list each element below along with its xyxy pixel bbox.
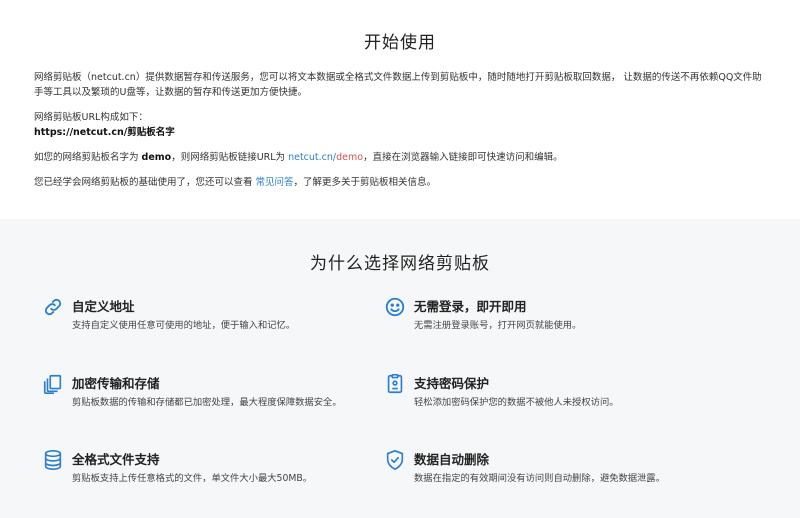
shield-check-icon — [384, 449, 406, 471]
faq-suffix: ，了解更多关于剪贴板相关信息。 — [293, 177, 437, 188]
feature-desc: 剪贴板数据的传输和存储都已加密处理，最大程度保障数据安全。 — [72, 397, 342, 408]
faq-prefix: 您已经学会网络剪贴板的基础使用了，您还可以查看 — [34, 177, 256, 188]
smile-icon — [384, 296, 406, 318]
url-pattern: https://netcut.cn/剪贴板名字 — [34, 127, 175, 138]
demo-link[interactable]: netcut.cn/demo — [288, 152, 363, 163]
example-prefix: 如您的网络剪贴板名字为 — [34, 152, 142, 163]
faq-line: 您已经学会网络剪贴板的基础使用了，您还可以查看 常见问答，了解更多关于剪贴板相关… — [34, 175, 766, 190]
intro-title: 开始使用 — [364, 33, 436, 53]
example-suffix: ，直接在浏览器输入链接即可快速访问和编辑。 — [363, 152, 563, 163]
feature-title: 无需登录，即开即用 — [414, 299, 527, 314]
feature-title: 自定义地址 — [72, 299, 135, 314]
feature-desc: 无需注册登录账号，打开网页就能使用。 — [414, 320, 582, 331]
example-line: 如您的网络剪贴板名字为 demo，则网络剪贴板链接URL为 netcut.cn/… — [34, 150, 766, 165]
demo-link-host: netcut.cn/ — [288, 152, 337, 163]
url-structure: 网络剪贴板URL构成如下： https://netcut.cn/剪贴板名字 — [34, 110, 766, 140]
demo-link-path: demo — [336, 152, 364, 163]
feature-title: 加密传输和存储 — [72, 376, 160, 391]
example-mid: ，则网络剪贴板链接URL为 — [171, 152, 289, 163]
copy-files-icon — [42, 373, 64, 395]
link-icon — [42, 296, 64, 318]
feature-desc: 剪贴板支持上传任意格式的文件，单文件大小最大50MB。 — [72, 473, 313, 484]
feature-desc: 数据在指定的有效期间没有访问则自动删除，避免数据泄露。 — [414, 473, 666, 484]
feature-title: 全格式文件支持 — [72, 452, 160, 467]
feature-title: 支持密码保护 — [414, 376, 490, 391]
intro-section: 开始使用 网络剪贴板（netcut.cn）提供数据暂存和传送服务，您可以将文本数… — [0, 0, 800, 219]
feature-title: 数据自动删除 — [414, 452, 490, 467]
feature-desc: 支持自定义使用任意可使用的地址，便于输入和记忆。 — [72, 320, 296, 331]
url-structure-label: 网络剪贴板URL构成如下： — [34, 112, 148, 123]
features-title: 为什么选择网络剪贴板 — [310, 254, 490, 274]
database-icon — [42, 449, 64, 471]
intro-description: 网络剪贴板（netcut.cn）提供数据暂存和传送服务，您可以将文本数据或全格式… — [34, 72, 762, 98]
faq-link[interactable]: 常见问答 — [256, 177, 294, 188]
example-name: demo — [141, 152, 172, 163]
password-icon — [384, 373, 406, 395]
feature-desc: 轻松添加密码保护您的数据不被他人未授权访问。 — [414, 397, 619, 408]
